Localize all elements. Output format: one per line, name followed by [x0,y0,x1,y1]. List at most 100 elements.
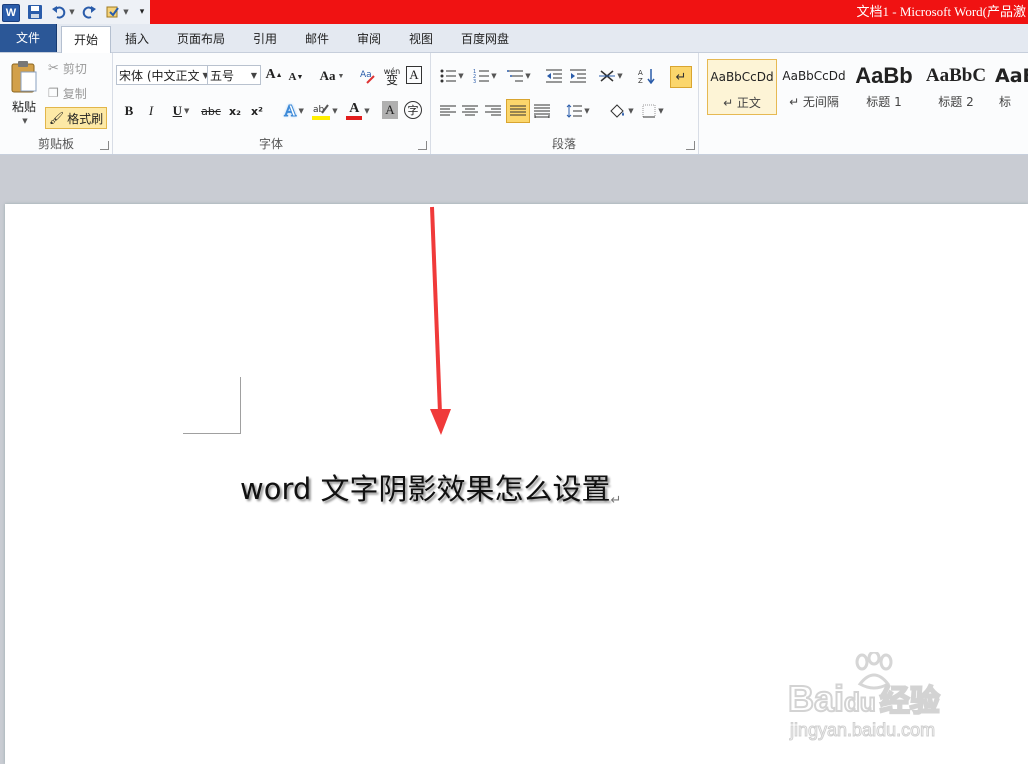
grow-font-button[interactable]: A ▲ [265,66,282,84]
baidu-jingyan-watermark: Baidu 经验 jingyan.baidu.com [787,650,978,750]
clear-format-button[interactable]: Aa [358,66,378,86]
style-heading-1[interactable]: AaBb 标题 1 [851,59,917,115]
enclose-characters-button[interactable]: 字 [404,101,422,119]
character-shading-button[interactable]: A [382,101,398,119]
svg-text:A: A [638,69,643,77]
style-title-sample: AaB [995,65,1028,87]
align-center-icon [462,105,478,116]
strikethrough-button[interactable]: abc [200,101,222,121]
style-no-spacing-name: ↵ 无间隔 [789,95,839,109]
underline-button[interactable]: U ▼ [166,101,196,121]
styles-group: AaBbCcDd ↵ 正文 AaBbCcDd ↵ 无间隔 AaBb 标题 1 A… [703,53,1028,154]
format-icon[interactable]: ▼ [104,3,130,21]
line-spacing-icon [566,104,583,118]
font-name-value: 宋体 (中文正文 [119,68,200,83]
tab-insert[interactable]: 插入 [114,26,160,52]
align-left-button[interactable] [438,101,458,121]
multilevel-list-icon [507,70,524,82]
distributed-button[interactable] [532,101,552,121]
bold-button[interactable]: B [120,101,138,121]
tab-baidu-netdisk[interactable]: 百度网盘 [452,26,518,52]
superscript-button[interactable]: x² [248,101,266,121]
tab-review[interactable]: 审阅 [348,26,390,52]
style-heading-1-sample: AaBb [855,63,913,88]
align-center-button[interactable] [460,101,480,121]
title-bar-highlight: 文档1 - Microsoft Word(产品激 [150,0,1028,24]
document-paragraph[interactable]: word 文字阴影效果怎么设置↵ [240,466,621,508]
sort-button[interactable]: AZ [636,66,658,86]
shading-button[interactable]: ▼ [606,101,636,121]
italic-button[interactable]: I [142,101,160,121]
style-no-spacing[interactable]: AaBbCcDd ↵ 无间隔 [779,59,849,115]
customize-icon[interactable]: ▾ [136,3,148,21]
style-heading-2[interactable]: AaBbC 标题 2 [923,59,989,115]
tab-file[interactable]: 文件 [0,24,57,52]
paste-button[interactable]: 粘贴 ▼ [6,57,42,127]
svg-text:3: 3 [473,79,476,83]
subscript-button[interactable]: x₂ [226,101,244,121]
borders-button[interactable]: ▼ [638,101,668,121]
style-normal-name: ↵ 正文 [723,96,761,110]
align-left-icon [440,105,456,116]
clipboard-launcher-icon[interactable] [100,141,109,150]
tab-page-layout[interactable]: 页面布局 [168,26,234,52]
justify-icon [510,105,526,116]
redo-icon[interactable] [80,3,98,21]
style-normal[interactable]: AaBbCcDd ↵ 正文 [707,59,777,115]
save-icon[interactable] [26,3,44,21]
text-effects-icon: A [284,101,297,121]
pilcrow-icon: ↵ [675,69,687,85]
justify-button[interactable] [506,99,530,123]
brush-icon: 🖌 [48,111,65,125]
paint-bucket-icon [610,104,625,118]
bullets-button[interactable]: ▼ [438,66,466,86]
clear-format-icon: Aa [360,70,375,84]
change-case-button[interactable]: Aa ▼ [318,66,346,86]
increase-indent-icon [570,69,586,83]
font-color-icon: A [346,102,363,120]
tab-view[interactable]: 视图 [400,26,442,52]
svg-text:Aa: Aa [360,70,372,80]
paragraph-group-label: 段落 [551,137,576,151]
character-border-button[interactable]: A [406,66,422,84]
tab-home[interactable]: 开始 [61,26,111,54]
paste-label: 粘贴 [11,99,36,114]
multilevel-list-button[interactable]: ▼ [504,66,534,86]
shrink-font-button[interactable]: A ▼ [288,68,304,86]
font-launcher-icon[interactable] [418,141,427,150]
line-spacing-button[interactable]: ▼ [564,101,592,121]
show-hide-marks-button[interactable]: ↵ [670,66,692,88]
cut-button[interactable]: ✂ 剪切 [48,59,87,77]
copy-label: 复制 [62,86,87,101]
chinese-layout-button[interactable]: ▼ [596,66,626,86]
tab-mailings[interactable]: 邮件 [296,26,338,52]
shrink-font-label: A [288,71,297,83]
grow-font-label: A [265,67,276,82]
paste-icon [11,60,37,92]
distributed-icon [534,104,550,118]
increase-indent-button[interactable] [568,66,588,86]
margin-crop-mark [240,377,241,434]
format-painter-button[interactable]: 🖌 格式刷 [45,107,107,129]
cut-label: 剪切 [62,61,87,76]
font-name-dropdown[interactable]: 宋体 (中文正文▼ [116,65,208,85]
copy-button[interactable]: ❐ 复制 [48,84,87,102]
copy-icon: ❐ [48,86,59,100]
font-color-button[interactable]: A ▼ [344,100,372,122]
undo-icon[interactable]: ▼ [50,3,76,21]
paragraph-launcher-icon[interactable] [686,141,695,150]
decrease-indent-button[interactable] [544,66,564,86]
text-effects-button[interactable]: A ▼ [280,100,308,122]
numbering-button[interactable]: 1 2 3 ▼ [470,66,500,86]
tab-references[interactable]: 引用 [243,26,287,52]
word-logo-icon[interactable]: W [2,4,20,22]
sort-icon: AZ [638,69,655,84]
clipboard-group-label: 剪贴板 [37,137,74,151]
margin-crop-mark-horizontal [183,433,241,434]
format-painter-label: 格式刷 [67,111,104,126]
highlight-button[interactable]: ab ▼ [311,100,339,122]
style-title[interactable]: AaB 标 [995,59,1028,115]
align-right-button[interactable] [483,101,503,121]
font-size-dropdown[interactable]: 五号 ▼ [207,65,261,85]
phonetic-guide-button[interactable]: wén 变 [382,65,402,87]
